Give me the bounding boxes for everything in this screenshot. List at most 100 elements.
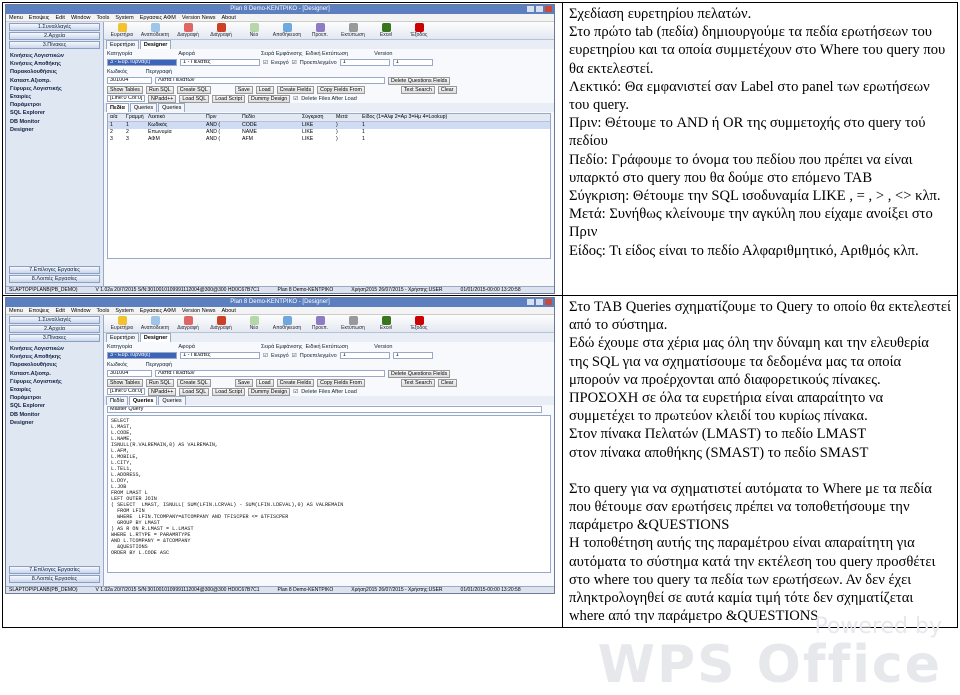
sql-title-field[interactable]: Master Query (107, 406, 542, 413)
nav-item[interactable]: Εταιρίες (10, 386, 99, 394)
menu-item[interactable]: Tools (97, 14, 110, 21)
toolbar-button[interactable]: Διαγραφή (173, 316, 203, 331)
nav-button[interactable]: 8.Λοιπές Εργασίες (9, 275, 100, 283)
nparts-button[interactable]: NPadd++ (148, 387, 177, 396)
toolbar-button[interactable]: Διάγραφή (206, 23, 236, 38)
toolbar-button[interactable]: Αναπόδεικτη (140, 316, 170, 331)
menu-item[interactable]: Version News (182, 14, 216, 21)
nav-item[interactable]: Παρακολουθήσεις (10, 68, 99, 76)
menu-item[interactable]: Window (71, 14, 91, 21)
run-sql-button[interactable]: Run SQL (145, 378, 174, 387)
toolbar-button[interactable]: Έξοδος (404, 23, 434, 38)
close-icon[interactable] (545, 6, 552, 12)
menu-item[interactable]: About (222, 14, 236, 21)
menu-item[interactable]: Edit (55, 307, 64, 314)
toolbar-button[interactable]: Excel (371, 23, 401, 38)
show-tables-button[interactable]: Show Tables (107, 378, 143, 387)
nav-button[interactable]: 7.Επίλογες Εργασίες (9, 266, 100, 274)
version-field[interactable]: 1 (392, 59, 433, 66)
create-sql-button[interactable]: Create SQL (176, 378, 211, 387)
nav-button[interactable]: 3.Πίνακες (9, 41, 100, 49)
clear-button[interactable]: Clear (437, 85, 457, 94)
load-sql-button[interactable]: Load SQL (179, 94, 210, 103)
nav-item[interactable]: Καταστ.Αξιοπρ. (10, 370, 99, 378)
desc-field[interactable]: Λίστα Πελατών (155, 77, 385, 84)
delete-files-checkbox[interactable]: Delete Files After Load (301, 96, 357, 102)
save-button[interactable]: Save (234, 378, 253, 387)
menu-item[interactable]: Version News (182, 307, 216, 314)
nav-item[interactable]: Παράμετροι (10, 394, 99, 402)
nav-item[interactable]: Designer (10, 419, 99, 427)
toolbar-button[interactable]: Νέο (239, 316, 269, 331)
nav-item[interactable]: Εταιρίες (10, 93, 99, 101)
desc-field[interactable]: Λίστα Πελατών (155, 370, 385, 377)
predefined-checkbox[interactable]: Προεπιλεγμένο (300, 60, 337, 66)
nav-item[interactable]: Γέφυρες Λογιστικής (10, 85, 99, 93)
save-button[interactable]: Save (234, 85, 253, 94)
active-checkbox[interactable]: Ενεργό (271, 60, 289, 66)
maximize-icon[interactable] (536, 6, 543, 12)
toolbar-button[interactable]: Ευρετήριο (107, 316, 137, 331)
toolbar-button[interactable]: Νέο (239, 23, 269, 38)
code-field[interactable]: 301004 (107, 370, 152, 377)
menu-item[interactable]: Εργασιες ΑΦΜ (140, 307, 176, 314)
menu-item[interactable]: Εποψεις (29, 307, 50, 314)
nav-item[interactable]: DB Monitor (10, 411, 99, 419)
minimize-icon[interactable] (527, 6, 534, 12)
nav-item[interactable]: Παρακολουθήσεις (10, 361, 99, 369)
load-button[interactable]: Load (255, 85, 274, 94)
create-fields-button[interactable]: Create Fields (276, 378, 315, 387)
toolbar-button[interactable]: Αναπόδεικτη (140, 23, 170, 38)
toolbar-button[interactable]: Διάγραφή (206, 316, 236, 331)
tab-fields[interactable]: Πεδία (106, 103, 129, 112)
toolbar-button[interactable]: Προεπ. (305, 23, 335, 38)
toolbar-button[interactable]: Αποθήκευση (272, 316, 302, 331)
clear-button[interactable]: Clear (437, 378, 457, 387)
copy-fields-button[interactable]: Copy Fields From (317, 378, 365, 387)
minimize-icon[interactable] (527, 299, 534, 305)
tab-queries-2[interactable]: Queries (158, 396, 186, 405)
copy-fields-button[interactable]: Copy Fields From (317, 85, 365, 94)
table-row[interactable]: 3 3 ΑΦΜ AND ( AFM LIKE ) 1 (108, 136, 550, 143)
tab-queries[interactable]: Queries (128, 396, 158, 405)
tab-index[interactable]: Ευρετήριο (106, 333, 139, 342)
menu-item[interactable]: Εποψεις (29, 14, 50, 21)
toolbar-button[interactable]: Αποθήκευση (272, 23, 302, 38)
tab-fields[interactable]: Πεδία (106, 396, 128, 405)
maximize-icon[interactable] (536, 299, 543, 305)
tab-index[interactable]: Ευρετήριο (106, 40, 139, 49)
menu-item[interactable]: Tools (97, 307, 110, 314)
nav-item[interactable]: Γέφυρες Λογιστικής (10, 378, 99, 386)
create-sql-button[interactable]: Create SQL (176, 85, 211, 94)
tab-designer[interactable]: Designer (139, 333, 172, 342)
load-script-button[interactable]: Load Script (212, 94, 246, 103)
menu-item[interactable]: System (115, 14, 133, 21)
order-field[interactable]: 1 (339, 59, 390, 66)
nav-item[interactable]: DB Monitor (10, 118, 99, 126)
nav-item[interactable]: Κινήσεις Λογιστικών (10, 52, 99, 60)
table-row[interactable]: 2 2 Επωνυμία AND ( NAME LIKE ) 1 (108, 129, 550, 136)
nav-item[interactable]: Κινήσεις Λογιστικών (10, 345, 99, 353)
nav-button[interactable]: 8.Λοιπές Εργασίες (9, 575, 100, 583)
delete-questions-fields-button[interactable]: Delete Questions Fields (388, 76, 451, 85)
nav-button[interactable]: 2.Αρχεία (9, 32, 100, 40)
show-tables-button[interactable]: Show Tables (107, 85, 143, 94)
nav-item[interactable]: Καταστ.Αξιοπρ. (10, 77, 99, 85)
load-button[interactable]: Load (255, 378, 274, 387)
menu-item[interactable]: About (222, 307, 236, 314)
code-field[interactable]: 301004 (107, 77, 152, 84)
text-search-button[interactable]: Text Search (400, 378, 435, 387)
toolbar-button[interactable]: Διαγραφή (173, 23, 203, 38)
load-script-button[interactable]: Load Script (212, 387, 246, 396)
tab-designer[interactable]: Designer (139, 40, 172, 49)
tab-queries[interactable]: Queries (129, 103, 158, 112)
run-sql-button[interactable]: Run SQL (145, 85, 174, 94)
menu-item[interactable]: Window (71, 307, 91, 314)
menu-item[interactable]: System (115, 307, 133, 314)
toolbar-button[interactable]: Excel (371, 316, 401, 331)
nparts-button[interactable]: NPadd++ (148, 94, 177, 103)
toolbar-button[interactable]: Εκτύπωση (338, 316, 368, 331)
view-select[interactable]: 1 - Πελάτες (180, 59, 260, 66)
category-select[interactable]: 3 - Εύρ.Τύρνα(ε) (107, 59, 177, 66)
text-search-button[interactable]: Text Search (400, 85, 435, 94)
